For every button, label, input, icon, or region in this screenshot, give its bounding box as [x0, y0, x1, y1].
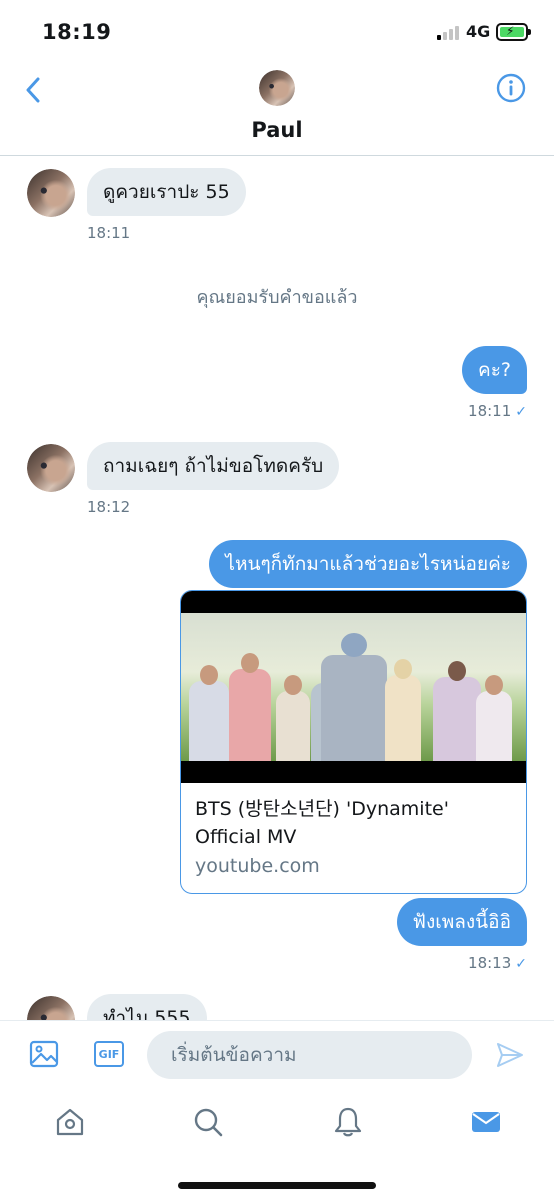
link-title[interactable]: BTS (방탄소년단) 'Dynamite' Official MV	[195, 795, 515, 851]
contact-name[interactable]: Paul	[0, 118, 554, 142]
tab-bar	[0, 1090, 554, 1170]
notifications-icon	[334, 1107, 362, 1137]
tab-search[interactable]	[192, 1106, 224, 1138]
tab-messages[interactable]	[470, 1106, 502, 1138]
home-indicator[interactable]	[178, 1182, 376, 1189]
outgoing-message[interactable]: ฟังเพลงนี้อิอิ	[396, 898, 527, 946]
search-icon	[194, 1108, 223, 1137]
message-time: 18:11 ✓	[468, 402, 527, 420]
system-note: คุณยอมรับคำขอแล้ว	[196, 287, 358, 308]
checkmark-icon: ✓	[515, 404, 527, 420]
status-time: 18:19	[42, 20, 112, 44]
battery-icon: ⚡	[496, 23, 531, 41]
video-thumbnail[interactable]	[181, 591, 526, 783]
send-button[interactable]	[495, 1040, 525, 1070]
signal-icon	[437, 26, 463, 40]
incoming-message[interactable]: ดูควยเราปะ 55	[87, 168, 246, 216]
message-time-text: 18:13	[468, 954, 512, 972]
link-preview-card[interactable]: BTS (방탄소년단) 'Dynamite' Official MV youtu…	[180, 590, 527, 894]
chevron-left-icon	[26, 77, 40, 103]
conversation-header: Paul	[0, 62, 554, 156]
status-bar: 18:19 4G ⚡	[0, 0, 554, 62]
image-icon	[29, 1040, 59, 1068]
tab-notifications[interactable]	[332, 1106, 364, 1138]
header-avatar[interactable]	[259, 70, 295, 106]
sender-avatar[interactable]	[27, 996, 75, 1020]
info-button[interactable]	[496, 73, 526, 103]
messages-icon	[472, 1112, 500, 1132]
link-domain[interactable]: youtube.com	[195, 855, 320, 877]
back-button[interactable]	[18, 72, 48, 108]
message-thread[interactable]: ดูควยเราปะ 55 18:11 คุณยอมรับคำขอแล้ว คะ…	[0, 156, 554, 1020]
sender-avatar[interactable]	[27, 444, 75, 492]
gif-button[interactable]: GIF	[94, 1041, 124, 1067]
incoming-message[interactable]: ถามเฉยๆ ถ้าไม่ขอโทดครับ	[87, 442, 340, 490]
send-icon	[497, 1043, 523, 1067]
outgoing-message[interactable]: คะ?	[462, 346, 527, 394]
message-time-text: 18:11	[468, 402, 512, 420]
info-icon	[496, 73, 526, 103]
message-time: 18:13 ✓	[468, 954, 527, 972]
message-input[interactable]	[147, 1031, 472, 1079]
message-composer: GIF	[0, 1020, 554, 1090]
message-time: 18:12	[87, 498, 131, 516]
checkmark-icon: ✓	[515, 956, 527, 972]
message-time: 18:11	[87, 224, 131, 242]
network-type: 4G	[466, 22, 491, 41]
sender-avatar[interactable]	[27, 169, 75, 217]
tab-home[interactable]	[54, 1106, 86, 1138]
home-icon	[56, 1108, 84, 1136]
media-button[interactable]	[29, 1039, 59, 1069]
incoming-message[interactable]: ทำไม 555	[87, 994, 207, 1020]
outgoing-message[interactable]: ไหนๆก็ทักมาแล้วช่วยอะไรหน่อยค่ะ	[209, 540, 527, 588]
